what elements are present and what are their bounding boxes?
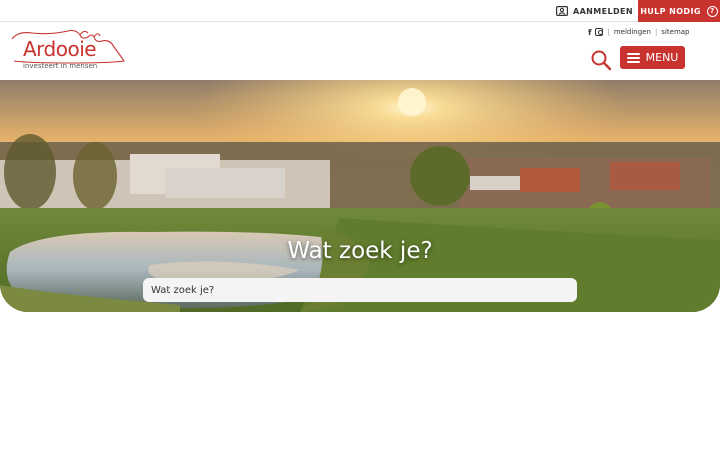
hero-banner: Wat zoek je? bbox=[0, 80, 720, 312]
tile-openingsuren[interactable]: Openingsuren bbox=[219, 328, 359, 398]
hamburger-icon bbox=[626, 52, 640, 63]
question-icon: ? bbox=[706, 5, 718, 17]
logo-name: Ardooie bbox=[23, 37, 97, 61]
link-sitemap[interactable]: sitemap bbox=[661, 28, 689, 36]
facebook-icon[interactable]: f bbox=[588, 28, 591, 37]
search-icon bbox=[591, 50, 612, 71]
lightbulb-icon bbox=[555, 332, 587, 362]
tile-bestuur[interactable]: Bestuur bbox=[79, 328, 219, 398]
separator: | bbox=[607, 28, 610, 36]
top-utility-bar: AANMELDEN ⌄ HULP NODIG ? bbox=[0, 0, 720, 22]
alarm-clock-icon bbox=[276, 331, 302, 358]
id-card-icon bbox=[556, 6, 568, 16]
link-meldingen[interactable]: meldingen bbox=[614, 28, 651, 36]
tile-label: Meldpunt bbox=[538, 374, 604, 388]
menu-label: MENU bbox=[645, 51, 679, 64]
logo-tagline: investeert in mensen bbox=[23, 62, 98, 70]
help-button[interactable]: HULP NODIG ? bbox=[638, 0, 720, 22]
tile-meldpunt[interactable]: Meldpunt bbox=[501, 328, 641, 398]
tile-digitaal-loket[interactable]: Digitaal loket bbox=[360, 328, 500, 398]
ardooie-logo[interactable]: Ardooie investeert in mensen bbox=[10, 27, 126, 73]
hero-search-input[interactable] bbox=[143, 278, 577, 302]
separator: | bbox=[654, 28, 658, 36]
tile-label: Bestuur bbox=[122, 370, 176, 384]
hero-title: Wat zoek je? bbox=[287, 238, 433, 264]
checkbox-icon bbox=[418, 333, 443, 357]
menu-button[interactable]: MENU bbox=[620, 46, 685, 69]
instagram-icon[interactable] bbox=[595, 28, 604, 36]
tile-label: Digitaal loket bbox=[384, 369, 476, 383]
social-links: f | meldingen | sitemap bbox=[588, 26, 690, 38]
help-label: HULP NODIG bbox=[640, 6, 701, 16]
people-icon bbox=[136, 337, 162, 357]
login-label: AANMELDEN bbox=[573, 6, 634, 16]
search-button[interactable] bbox=[590, 49, 612, 71]
login-button[interactable]: AANMELDEN ⌄ bbox=[556, 0, 645, 22]
tile-label: Openingsuren bbox=[241, 370, 337, 384]
